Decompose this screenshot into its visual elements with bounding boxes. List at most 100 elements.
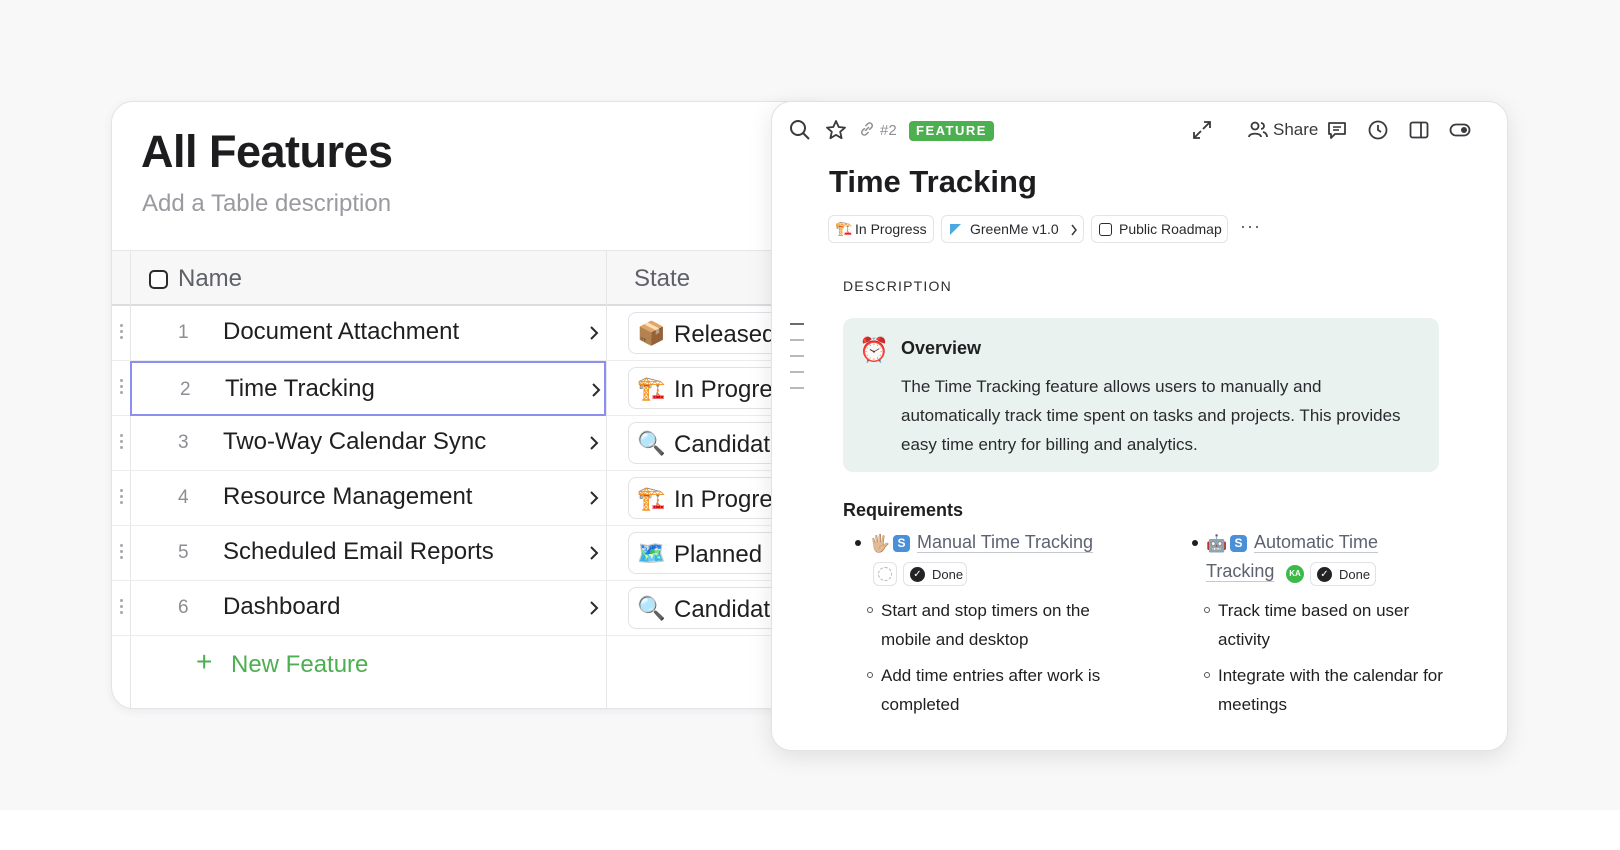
chevron-right-icon[interactable] — [588, 545, 600, 561]
row-number: 2 — [180, 379, 191, 400]
table-title: All Features — [141, 126, 393, 177]
s-badge: S — [893, 535, 910, 552]
chevron-right-icon[interactable] — [588, 435, 600, 451]
row-number: 5 — [178, 542, 189, 563]
release-property[interactable]: GreenMe v1.0 — [941, 215, 1084, 243]
column-header-state[interactable]: State — [634, 265, 690, 293]
row-name[interactable]: Two-Way Calendar Sync — [223, 428, 486, 456]
name-cell[interactable]: 5 Scheduled Email Reports — [130, 526, 606, 581]
name-cell-selected[interactable]: 2 Time Tracking — [130, 361, 606, 416]
star-icon[interactable] — [824, 118, 848, 142]
status-loading-icon — [873, 562, 897, 586]
checkbox-icon — [1099, 223, 1112, 236]
check-icon: ✓ — [910, 567, 925, 582]
expand-icon[interactable] — [1190, 118, 1214, 142]
table-row[interactable]: 5 Scheduled Email Reports 🗺️ Planned — [112, 526, 830, 581]
column-header-name[interactable]: Name — [178, 265, 242, 293]
status-chip[interactable]: ✓ Done — [903, 562, 967, 586]
new-feature-button[interactable]: + New Feature — [112, 636, 830, 691]
table-row[interactable]: 1 Document Attachment 📦 Released — [112, 306, 830, 361]
table-row[interactable]: 6 Dashboard 🔍 Candidate — [112, 581, 830, 636]
state-property[interactable]: 🏗️ In Progress — [828, 215, 934, 243]
section-label: DESCRIPTION — [843, 278, 952, 294]
drag-handle-icon[interactable] — [118, 324, 124, 344]
comment-icon[interactable] — [1325, 118, 1349, 142]
roadmap-property-label: Public Roadmap — [1119, 221, 1222, 237]
table-header: Name State — [112, 250, 830, 708]
chevron-right-icon[interactable] — [590, 382, 602, 398]
robot-icon: 🤖 — [1206, 534, 1228, 553]
status-chip[interactable]: ✓ Done — [1310, 562, 1376, 586]
row-name[interactable]: Time Tracking — [225, 375, 375, 403]
sub-item-text: Track time based on user activity — [1218, 601, 1410, 649]
state-label: Planned — [674, 541, 763, 568]
drag-handle-icon[interactable] — [118, 434, 124, 454]
requirements-heading: Requirements — [843, 500, 964, 520]
bullet — [855, 540, 861, 546]
row-name[interactable]: Document Attachment — [223, 318, 459, 346]
row-name[interactable]: Dashboard — [223, 593, 340, 621]
status-label: Done — [1339, 567, 1371, 582]
sub-item-text: Integrate with the calendar for meetings — [1218, 666, 1443, 714]
chevron-right-icon[interactable] — [588, 600, 600, 616]
name-cell[interactable]: 4 Resource Management — [130, 471, 606, 526]
link-icon[interactable] — [858, 120, 876, 138]
state-pill[interactable]: 🗺️ Planned — [628, 532, 788, 574]
package-icon: 📦 — [637, 320, 666, 346]
sub-item: Integrate with the calendar for meetings — [1204, 661, 1448, 719]
check-icon: ✓ — [1317, 567, 1332, 582]
hand-icon: 🖐🏼 — [869, 534, 891, 553]
type-badge: FEATURE — [909, 121, 994, 141]
sub-bullet — [1204, 607, 1210, 613]
sub-bullet — [867, 607, 873, 613]
drag-handle-icon[interactable] — [118, 544, 124, 564]
requirement-link[interactable]: Manual Time Tracking — [917, 532, 1093, 553]
drag-handle-icon[interactable] — [118, 379, 124, 399]
table-of-contents-marker[interactable] — [790, 323, 806, 403]
plus-icon: + — [196, 646, 213, 677]
requirement-link[interactable]: Automatic Time — [1254, 532, 1378, 553]
drag-handle-icon[interactable] — [118, 489, 124, 509]
drag-handle-icon[interactable] — [118, 599, 124, 619]
select-all-checkbox[interactable] — [149, 270, 168, 289]
avatar[interactable]: KA — [1286, 565, 1304, 583]
roadmap-property[interactable]: Public Roadmap — [1091, 215, 1228, 243]
state-property-label: In Progress — [855, 221, 927, 237]
sub-item: Track time based on user activity — [1204, 596, 1448, 654]
state-pill[interactable]: 🔍 Candidate — [628, 422, 788, 464]
sub-item-text: Start and stop timers on the mobile and … — [881, 601, 1090, 649]
state-pill[interactable]: 🏗️ In Progress — [628, 477, 788, 519]
table-row[interactable]: 2 Time Tracking 🏗️ In Progress — [112, 361, 830, 416]
chevron-right-icon[interactable] — [588, 325, 600, 341]
history-icon[interactable] — [1366, 118, 1390, 142]
chevron-right-icon[interactable] — [588, 490, 600, 506]
features-table-card: All Features Add a Table description Nam… — [111, 101, 831, 709]
search-icon[interactable] — [788, 118, 812, 142]
more-options-icon[interactable]: ··· — [1240, 216, 1261, 237]
sub-item: Add time entries after work is completed — [867, 661, 1111, 719]
magnifier-icon: 🔍 — [637, 430, 666, 456]
people-icon — [1248, 121, 1268, 138]
sidebar-toggle-icon[interactable] — [1407, 118, 1431, 142]
s-badge: S — [1230, 535, 1247, 552]
state-pill[interactable]: 🔍 Candidate — [628, 587, 788, 629]
row-name[interactable]: Resource Management — [223, 483, 472, 511]
table-row[interactable]: 3 Two-Way Calendar Sync 🔍 Candidate — [112, 416, 830, 471]
row-name[interactable]: Scheduled Email Reports — [223, 538, 494, 566]
table-row[interactable]: 4 Resource Management 🏗️ In Progress — [112, 471, 830, 526]
features-table: Name State 1 Document Attachment 📦 Relea… — [112, 250, 830, 708]
state-label: Released — [674, 321, 776, 348]
sub-bullet — [867, 672, 873, 678]
state-pill[interactable]: 📦 Released — [628, 312, 788, 354]
state-pill[interactable]: 🏗️ In Progress — [628, 367, 788, 409]
requirement-link-cont[interactable]: Tracking — [1206, 561, 1274, 582]
release-property-label: GreenMe v1.0 — [970, 221, 1059, 237]
name-cell[interactable]: 3 Two-Way Calendar Sync — [130, 416, 606, 471]
overview-heading: Overview — [901, 338, 982, 358]
table-description-input[interactable]: Add a Table description — [142, 190, 391, 218]
feature-title[interactable]: Time Tracking — [829, 164, 1037, 200]
name-cell[interactable]: 1 Document Attachment — [130, 306, 606, 361]
name-cell[interactable]: 6 Dashboard — [130, 581, 606, 636]
overview-callout: ⏰ Overview The Time Tracking feature all… — [843, 318, 1439, 472]
toggle-icon[interactable] — [1448, 118, 1472, 142]
